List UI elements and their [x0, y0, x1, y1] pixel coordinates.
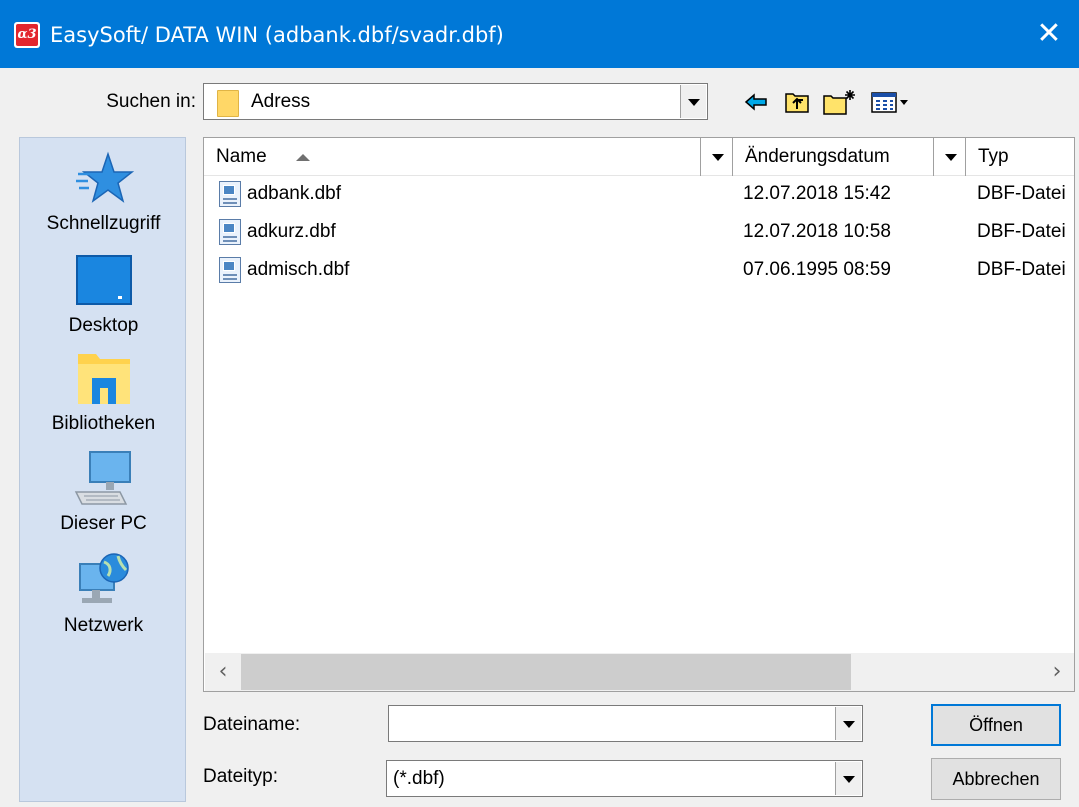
view-menu-icon[interactable] — [870, 88, 924, 116]
file-name: admisch.dbf — [247, 259, 350, 280]
lookin-combo[interactable]: Adress — [203, 83, 708, 120]
place-label: Netzwerk — [63, 615, 144, 636]
place-netzwerk[interactable]: Netzwerk — [20, 552, 187, 638]
column-header-date[interactable]: Änderungsdatum — [733, 138, 933, 176]
file-row[interactable]: adkurz.dbf 12.07.2018 10:58 DBF-Datei — [204, 214, 1074, 250]
file-date: 07.06.1995 08:59 — [743, 259, 891, 280]
file-type: DBF-Datei — [977, 183, 1066, 204]
column-header-row: Name Änderungsdatum Typ — [204, 138, 1074, 176]
dbf-file-icon — [219, 219, 241, 245]
title-bar: α3 EasySoft/ DATA WIN (adbank.dbf/svadr.… — [0, 0, 1079, 68]
up-folder-icon[interactable] — [784, 88, 810, 116]
filename-dropdown-button[interactable] — [835, 707, 861, 740]
place-dieser-pc[interactable]: Dieser PC — [20, 450, 187, 536]
lookin-dropdown-button[interactable] — [680, 85, 706, 118]
dbf-file-icon — [219, 181, 241, 207]
column-type-label: Typ — [978, 146, 1009, 167]
column-separator[interactable] — [933, 138, 934, 176]
place-desktop[interactable]: Desktop — [20, 252, 187, 338]
scroll-right-icon[interactable]: › — [1039, 653, 1074, 691]
scrollbar-thumb[interactable] — [241, 654, 851, 690]
open-button[interactable]: Öffnen — [931, 704, 1061, 746]
file-date: 12.07.2018 15:42 — [743, 183, 891, 204]
filetype-label: Dateityp: — [203, 766, 278, 787]
places-bar: Schnellzugriff Desktop Bibliotheken Dies… — [19, 137, 186, 802]
column-name-label: Name — [216, 146, 267, 167]
back-icon[interactable] — [744, 88, 770, 116]
column-name-filter-dropdown[interactable] — [708, 148, 728, 168]
file-date: 12.07.2018 10:58 — [743, 221, 891, 242]
column-separator[interactable] — [700, 138, 701, 176]
dbf-file-icon — [219, 257, 241, 283]
place-schnellzugriff[interactable]: Schnellzugriff — [20, 150, 187, 236]
scroll-left-icon[interactable]: ‹ — [205, 653, 241, 691]
filetype-select[interactable]: (*.dbf) — [386, 760, 863, 797]
file-list[interactable]: Name Änderungsdatum Typ adbank.dbf 12.07… — [203, 137, 1075, 692]
filetype-dropdown-button[interactable] — [835, 762, 861, 795]
desktop-icon — [74, 252, 134, 308]
window-title: EasySoft/ DATA WIN (adbank.dbf/svadr.dbf… — [50, 23, 504, 47]
app-icon: α3 — [14, 22, 40, 48]
file-name: adbank.dbf — [247, 183, 342, 204]
place-label: Bibliotheken — [51, 413, 156, 434]
horizontal-scrollbar[interactable]: ‹ › — [205, 653, 1074, 691]
column-date-filter-dropdown[interactable] — [941, 148, 961, 168]
place-label: Schnellzugriff — [46, 213, 161, 234]
lookin-label: Suchen in: — [106, 91, 196, 112]
app-icon-text: α3 — [16, 24, 38, 46]
column-header-type[interactable]: Typ — [966, 138, 1074, 176]
library-icon — [74, 350, 134, 406]
place-bibliotheken[interactable]: Bibliotheken — [20, 350, 187, 436]
close-button[interactable]: ✕ — [1019, 0, 1079, 68]
folder-icon — [217, 90, 239, 117]
file-row[interactable]: adbank.dbf 12.07.2018 15:42 DBF-Datei — [204, 176, 1074, 212]
cancel-button[interactable]: Abbrechen — [931, 758, 1061, 800]
sort-ascending-icon — [296, 154, 310, 161]
file-row[interactable]: admisch.dbf 07.06.1995 08:59 DBF-Datei — [204, 252, 1074, 288]
filetype-value: (*.dbf) — [393, 768, 445, 789]
file-type: DBF-Datei — [977, 259, 1066, 280]
lookin-value: Adress — [251, 91, 311, 112]
column-header-name[interactable]: Name — [204, 138, 699, 176]
column-date-label: Änderungsdatum — [745, 146, 890, 167]
network-icon — [74, 552, 134, 608]
computer-icon — [74, 450, 134, 506]
file-type: DBF-Datei — [977, 221, 1066, 242]
place-label: Desktop — [68, 315, 139, 336]
star-icon — [74, 150, 134, 206]
new-folder-icon[interactable] — [822, 88, 858, 116]
filename-label: Dateiname: — [203, 714, 301, 735]
place-label: Dieser PC — [60, 513, 147, 534]
filename-input[interactable] — [388, 705, 863, 742]
file-name: adkurz.dbf — [247, 221, 336, 242]
